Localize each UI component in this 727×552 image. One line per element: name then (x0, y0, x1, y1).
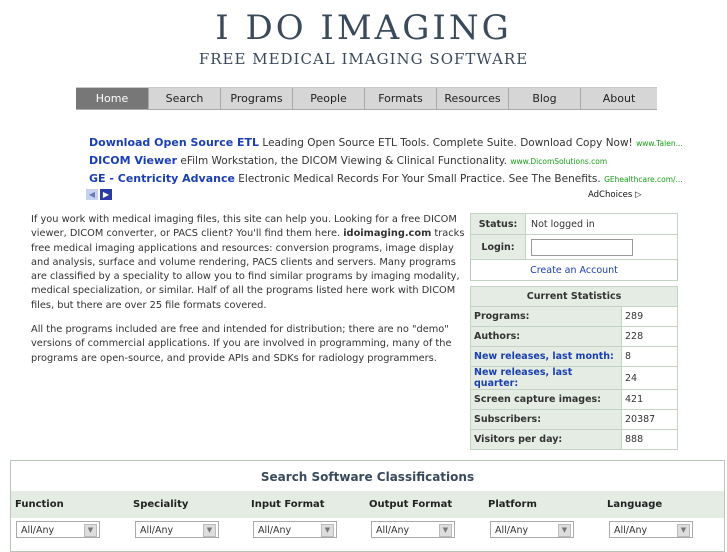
stat-value: 289 (621, 306, 678, 327)
column-header-platform: Platform (488, 499, 537, 510)
ad-item[interactable]: DICOM Viewer eFilm Workstation, the DICO… (89, 154, 607, 167)
ad-url[interactable]: GEhealthcare.com/... (604, 175, 683, 184)
create-account-link[interactable]: Create an Account (470, 259, 678, 281)
nav-about[interactable]: About (581, 88, 657, 109)
nav-people[interactable]: People (293, 88, 365, 109)
table-row: Subscribers: 20387 (470, 409, 678, 430)
site-name-bold: idoimaging.com (343, 228, 432, 240)
stat-value: 8 (621, 346, 678, 367)
table-row: Visitors per day: 888 (470, 429, 678, 450)
stat-label: Authors: (470, 326, 622, 347)
table-row: Authors: 228 (470, 326, 678, 347)
search-header-row: Function Speciality Input Format Output … (11, 491, 724, 518)
stat-value: 888 (621, 429, 678, 450)
ad-next-icon[interactable]: ▶ (100, 189, 112, 200)
function-select[interactable]: All/Any ▼ (16, 521, 100, 538)
nav-resources[interactable]: Resources (437, 88, 509, 109)
column-header-language: Language (607, 499, 663, 510)
search-title: Search Software Classifications (260, 470, 475, 484)
platform-select-value: All/Any (495, 525, 529, 536)
login-panel: Status: Not logged in Login: Create an A… (470, 213, 678, 281)
speciality-select-value: All/Any (140, 525, 174, 536)
ad-title[interactable]: GE - Centricity Advance (89, 172, 235, 185)
stat-label: Screen capture images: (470, 389, 622, 410)
stat-value: 20387 (621, 409, 678, 430)
function-select-value: All/Any (21, 525, 55, 536)
column-header-function: Function (15, 499, 64, 510)
ad-prev-icon[interactable]: ◀ (86, 189, 98, 200)
table-row: Programs: 289 (470, 306, 678, 327)
language-select[interactable]: All/Any ▼ (609, 521, 693, 538)
status-value: Not logged in (525, 213, 678, 235)
stat-value: 24 (621, 366, 678, 390)
stat-label: Subscribers: (470, 409, 622, 430)
nav-formats[interactable]: Formats (365, 88, 437, 109)
dropdown-arrow-icon: ▼ (203, 524, 216, 537)
ad-item[interactable]: GE - Centricity Advance Electronic Medic… (89, 172, 683, 185)
main-nav: Home Search Programs People Formats Reso… (76, 87, 657, 110)
language-select-value: All/Any (614, 525, 648, 536)
intro-text: If you work with medical imaging files, … (31, 213, 468, 376)
nav-blog[interactable]: Blog (509, 88, 581, 109)
intro-paragraph: All the programs included are free and i… (31, 324, 452, 364)
adchoices-link[interactable]: AdChoices ▷ (588, 190, 642, 200)
login-label: Login: (470, 234, 526, 260)
table-row: Screen capture images: 421 (470, 389, 678, 410)
column-header-input-format: Input Format (251, 499, 325, 510)
status-label: Status: (470, 213, 526, 235)
ad-title[interactable]: Download Open Source ETL (89, 136, 259, 149)
ad-text: Electronic Medical Records For Your Smal… (234, 173, 605, 185)
dropdown-arrow-icon: ▼ (558, 524, 571, 537)
column-header-output-format: Output Format (369, 499, 453, 510)
stats-panel: Current Statistics Programs: 289 Authors:… (470, 286, 678, 450)
stat-label: Visitors per day: (470, 429, 622, 450)
platform-select[interactable]: All/Any ▼ (490, 521, 574, 538)
ad-url[interactable]: www.DicomSolutions.com (510, 157, 607, 166)
stat-value: 421 (621, 389, 678, 410)
ad-url[interactable]: www.Talen... (636, 139, 683, 148)
dropdown-arrow-icon: ▼ (84, 524, 97, 537)
search-classifications-panel: Search Software Classifications Function… (10, 460, 725, 552)
input-format-select[interactable]: All/Any ▼ (253, 521, 337, 538)
ad-title[interactable]: DICOM Viewer (89, 154, 177, 167)
table-row: New releases, last quarter: 24 (470, 366, 678, 390)
speciality-select[interactable]: All/Any ▼ (135, 521, 219, 538)
dropdown-arrow-icon: ▼ (439, 524, 452, 537)
site-title[interactable]: I DO IMAGING (0, 8, 727, 48)
intro-paragraph: If you work with medical imaging files, … (31, 213, 468, 313)
nav-programs[interactable]: Programs (221, 88, 293, 109)
output-format-select-value: All/Any (376, 525, 410, 536)
new-releases-quarter-link[interactable]: New releases, last quarter: (470, 366, 622, 390)
new-releases-month-link[interactable]: New releases, last month: (470, 346, 622, 367)
ad-text: Leading Open Source ETL Tools. Complete … (259, 137, 637, 149)
login-input[interactable] (531, 238, 633, 256)
site-subtitle: FREE MEDICAL IMAGING SOFTWARE (198, 50, 529, 68)
ad-item[interactable]: Download Open Source ETL Leading Open So… (89, 136, 683, 149)
stat-label: Programs: (470, 306, 622, 327)
stats-title: Current Statistics (470, 286, 678, 307)
output-format-select[interactable]: All/Any ▼ (371, 521, 455, 538)
nav-search[interactable]: Search (149, 88, 221, 109)
intro-text-span: tracks free medical imaging applications… (31, 228, 465, 311)
column-header-speciality: Speciality (133, 499, 189, 510)
dropdown-arrow-icon: ▼ (677, 524, 690, 537)
stat-value: 228 (621, 326, 678, 347)
table-row: New releases, last month: 8 (470, 346, 678, 367)
nav-home[interactable]: Home (76, 88, 149, 109)
ad-text: eFilm Workstation, the DICOM Viewing & C… (177, 155, 511, 167)
input-format-select-value: All/Any (258, 525, 292, 536)
dropdown-arrow-icon: ▼ (321, 524, 334, 537)
